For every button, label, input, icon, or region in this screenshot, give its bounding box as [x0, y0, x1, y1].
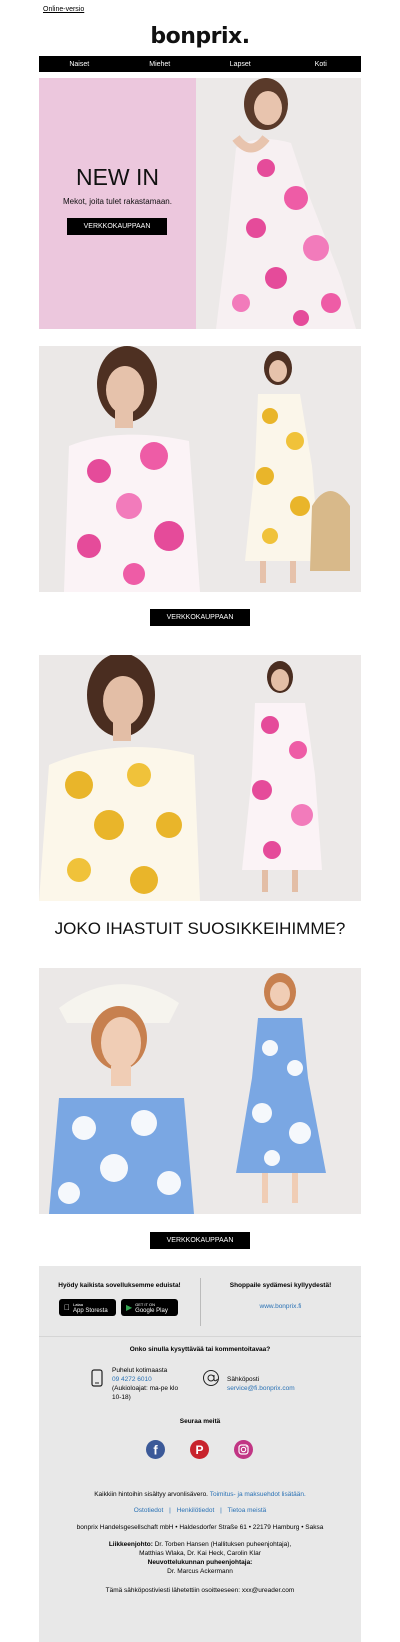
management-label: Liikkeenjohto: [108, 1541, 153, 1548]
product-photo-pink-dress[interactable] [200, 655, 361, 901]
facebook-icon[interactable]: f [146, 1440, 165, 1459]
svg-text:f: f [153, 1443, 158, 1458]
svg-text:P: P [195, 1443, 203, 1457]
nav-item-naiset[interactable]: Naiset [39, 56, 120, 72]
main-nav: Naiset Miehet Lapset Koti [39, 56, 361, 72]
bonprix-logo[interactable]: bonprix. [0, 24, 400, 49]
phone-hours-line1: (Aukioloajat: ma-pe klo [112, 1385, 179, 1392]
company-address: bonprix Handelsgesellschaft mbH • Haldes… [76, 1524, 324, 1531]
hero-photo[interactable] [196, 78, 361, 329]
link-privacy[interactable]: Henkilötiedot [177, 1507, 215, 1514]
phone-info: Puhelut kotimaasta 09 4272 6010 (Aukiolo… [112, 1366, 192, 1402]
board-label: Neuvottelukunnan puheenjohtaja: [147, 1559, 253, 1566]
product-photo-blue-dress-girl[interactable] [200, 968, 361, 1214]
email-info: Sähköposti service@fi.bonprix.com [227, 1375, 327, 1393]
email-label: Sähköposti [227, 1376, 260, 1383]
link-separator: | [220, 1507, 222, 1514]
phone-label: Puhelut kotimaasta [112, 1367, 168, 1374]
link-separator: | [169, 1507, 171, 1514]
website-link[interactable]: www.bonprix.fi [200, 1303, 361, 1310]
shop-button-section3[interactable]: VERKKOKAUPPAAN [150, 1232, 250, 1249]
online-version-link[interactable]: Online-versio [43, 6, 84, 13]
email-link[interactable]: service@fi.bonprix.com [227, 1384, 327, 1393]
footer-links: Ostotiedot | Henkilötiedot | Tietoa meis… [39, 1506, 361, 1515]
app-store-button[interactable]:  Lataa App Storesta [59, 1299, 116, 1316]
phone-icon [91, 1369, 103, 1387]
nav-item-lapset[interactable]: Lapset [200, 56, 281, 72]
vat-notice: Kaikkiin hintoihin sisältyy arvonlisäver… [39, 1490, 361, 1499]
google-play-icon: ▶ [126, 1303, 133, 1312]
footer-separator [39, 1336, 361, 1337]
hero-shop-button[interactable]: VERKKOKAUPPAAN [67, 218, 167, 235]
terms-link[interactable]: Toimitus- ja maksuehdot lisätään. [210, 1491, 306, 1498]
phone-number-link[interactable]: 09 4272 6010 [112, 1375, 192, 1384]
management-names-2: Matthias Wlaka, Dr. Kai Heck, Carolin Kl… [139, 1550, 261, 1557]
link-purchase-info[interactable]: Ostotiedot [134, 1507, 164, 1514]
questions-title: Onko sinulla kysyttävää tai kommentoitav… [129, 1346, 271, 1353]
sent-to-notice: Tämä sähköpostiviesti lähetettiin osoitt… [105, 1587, 295, 1594]
management-names-1: Dr. Torben Hansen (Hallituksen puheenjoh… [154, 1541, 292, 1548]
footer: Hyödy kaikista sovelluksemme eduista!  … [39, 1266, 361, 1642]
google-play-button[interactable]: ▶ GET IT ON Google Play [121, 1299, 178, 1316]
nav-item-miehet[interactable]: Miehet [120, 56, 201, 72]
pinterest-icon[interactable]: P [190, 1440, 209, 1459]
favourites-heading: JOKO IHASTUIT SUOSIKKEIHIMME? [54, 919, 346, 938]
google-play-label: Google Play [135, 1307, 168, 1314]
shop-promo-title: Shoppaile sydämesi kyllyydestä! [229, 1282, 332, 1289]
hero-banner[interactable]: NEW IN Mekot, joita tulet rakastamaan. V… [39, 78, 361, 329]
phone-hours-line2: 10-18) [112, 1394, 131, 1401]
follow-title: Seuraa meitä [179, 1418, 221, 1425]
hero-title: NEW IN [75, 164, 160, 190]
email-at-icon [202, 1369, 220, 1387]
app-promo-title: Hyödy kaikista sovelluksemme eduista! [58, 1282, 181, 1289]
shop-promo: Shoppaile sydämesi kyllyydestä! www.bonp… [200, 1266, 361, 1334]
nav-item-koti[interactable]: Koti [281, 56, 362, 72]
management-line1: Liikkeenjohto: Dr. Torben Hansen (Hallit… [39, 1540, 361, 1549]
product-photo-pink-dress-closeup[interactable] [39, 346, 200, 592]
instagram-icon[interactable] [234, 1440, 253, 1459]
link-about-us[interactable]: Tietoa meistä [227, 1507, 266, 1514]
board-name: Dr. Marcus Ackermann [167, 1568, 233, 1575]
product-photo-yellow-dress[interactable] [200, 346, 361, 592]
app-store-label: App Storesta [67, 1307, 108, 1314]
apple-icon:  [64, 1303, 70, 1312]
shop-button-section1[interactable]: VERKKOKAUPPAAN [150, 609, 250, 626]
product-photo-yellow-dress-closeup[interactable] [39, 655, 200, 901]
vat-text: Kaikkiin hintoihin sisältyy arvonlisäver… [94, 1491, 208, 1498]
hero-subtitle: Mekot, joita tulet rakastamaan. [63, 197, 172, 206]
app-promo: Hyödy kaikista sovelluksemme eduista!  … [39, 1266, 200, 1334]
hero-text-panel: NEW IN Mekot, joita tulet rakastamaan. V… [39, 78, 196, 329]
product-photo-blue-dress-girl-closeup[interactable] [39, 968, 200, 1214]
